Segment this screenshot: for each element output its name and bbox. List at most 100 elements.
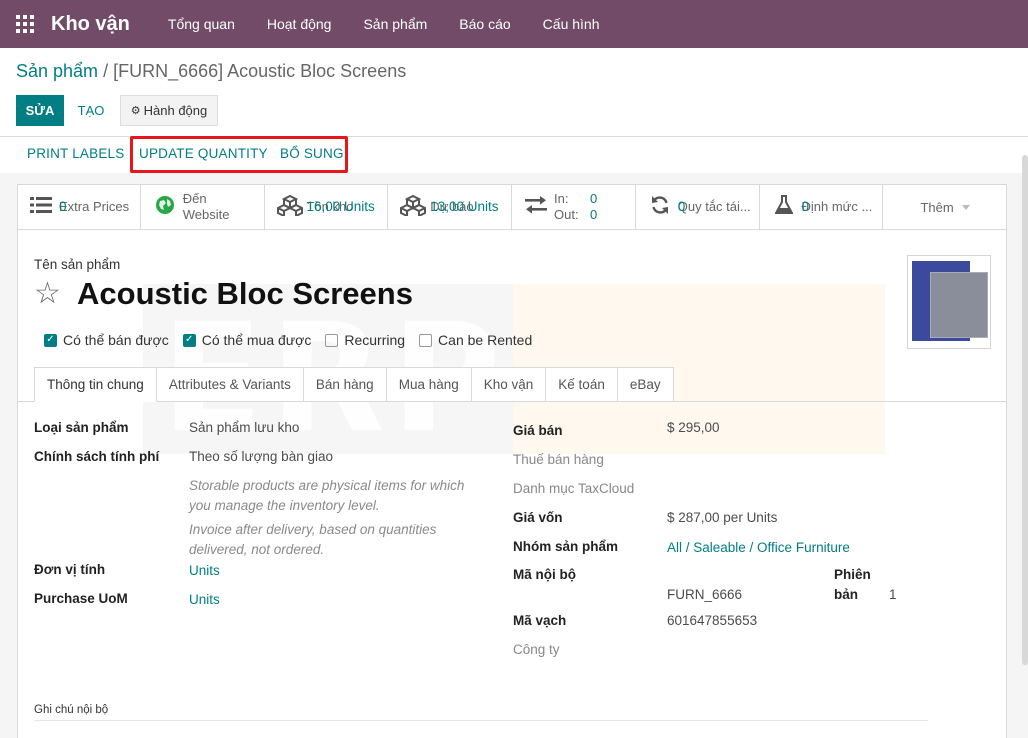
tab-sales[interactable]: Bán hàng [303,367,387,402]
vertical-scrollbar[interactable] [1022,155,1028,665]
breadcrumb-separator: / [98,61,114,81]
company-label: Công ty [513,642,560,657]
smart-button-bom[interactable]: 0 Định mức ... [760,184,884,230]
nav-item-products[interactable]: Sản phẩm [347,0,443,48]
tab-general-info[interactable]: Thông tin chung [34,367,157,402]
smart-button-value: 0 [677,199,686,214]
uom-value[interactable]: Units [189,563,220,578]
internal-reference-label: Mã nội bộ [513,567,576,582]
smart-button-in-out[interactable]: In: 0 Out: 0 [512,184,636,230]
smart-button-website[interactable]: Đến Website [141,184,265,230]
checkbox-recurring[interactable]: Recurring [325,332,405,348]
product-name[interactable]: Acoustic Bloc Screens [77,275,413,313]
barcode-value[interactable]: 601647855653 [667,613,757,628]
smart-button-label: Website [182,207,230,222]
smart-button-forecast[interactable]: 13,00 Units Dự báo [388,184,512,230]
version-value[interactable]: 1 [889,587,897,602]
print-labels-button[interactable]: PRINT LABELS [27,146,124,162]
globe-icon [153,195,177,219]
checkbox-label: Can be Rented [438,332,533,348]
favorite-star-icon[interactable]: ☆ [34,277,61,311]
product-options-checkboxes: ✓ Có thể bán được ✓ Có thể mua được Recurr… [44,332,532,348]
breadcrumb: Sản phẩm / [FURN_6666] Acoustic Bloc Scr… [16,61,406,82]
checkbox-can-be-purchased[interactable]: ✓ Có thể mua được [182,332,312,348]
checkbox-can-be-sold[interactable]: ✓ Có thể bán được [44,332,169,348]
exchange-icon [524,196,548,218]
nav-item-configuration[interactable]: Cấu hình [527,0,616,48]
tab-ebay[interactable]: eBay [617,367,674,402]
product-image[interactable] [907,255,991,349]
smart-button-value: 16,00 Units [306,199,375,214]
tab-purchase[interactable]: Mua hàng [386,367,472,402]
edit-button[interactable]: SỬA [16,95,64,126]
apps-grid-icon[interactable] [16,15,34,33]
highlight-annotation-box [130,136,348,173]
checkbox-checked-icon: ✓ [182,333,196,347]
purchase-uom-value[interactable]: Units [189,592,220,607]
checkbox-label: Có thể bán được [63,332,169,348]
checkbox-can-be-rented[interactable]: Can be Rented [419,332,532,348]
product-type-value[interactable]: Sản phẩm lưu kho [189,420,299,435]
taxcloud-category-label: Danh mục TaxCloud [513,481,635,496]
barcode-label: Mã vạch [513,613,567,628]
sale-price-value[interactable]: $ 295,00 [667,420,720,435]
outgoing-value: 0 [590,207,598,222]
app-brand[interactable]: Kho vận [51,13,130,36]
smart-button-extra-prices[interactable]: 0 Extra Prices [17,184,141,230]
list-icon [29,196,53,218]
smart-buttons-row: 0 Extra Prices Đến Website 16,00 Units Tồn … [17,184,1007,230]
product-category-label: Nhóm sản phẩm [513,539,619,554]
invoice-help-text: Invoice after delivery, based on quantit… [189,522,437,557]
caret-down-icon [961,204,970,210]
cost-value[interactable]: $ 287,00 per Units [667,510,777,525]
action-menu-label: Hành động [143,103,208,118]
more-smart-buttons-dropdown[interactable]: Thêm [883,184,1007,230]
nav-item-operations[interactable]: Hoạt động [251,0,348,48]
nav-item-reports[interactable]: Báo cáo [443,0,526,48]
checkbox-checked-icon: ✓ [44,333,57,347]
flask-icon [772,195,796,219]
form-sheet [17,184,1007,738]
cost-label: Giá vốn [513,510,563,525]
smart-button-reordering-rules[interactable]: 0 Quy tắc tái... [636,184,760,230]
product-category-value[interactable]: All / Saleable / Office Furniture [667,540,850,555]
smart-button-label: Định mức ... [801,199,873,214]
refresh-icon [648,195,672,219]
more-label: Thêm [920,199,954,215]
breadcrumb-current: [FURN_6666] Acoustic Bloc Screens [113,61,407,81]
gear-icon: ⚙ [130,105,141,117]
nav-item-overview[interactable]: Tổng quan [152,0,251,48]
checkbox-unchecked-icon [419,333,433,347]
smart-button-value: 0 [59,199,67,214]
version-label-line2: bản [834,587,859,602]
invoice-policy-value[interactable]: Theo số lượng bàn giao [189,449,333,464]
checkbox-label: Có thể mua được [201,332,312,348]
smart-button-label: Extra Prices [59,199,130,214]
smart-button-value: 13,00 Units [430,199,499,214]
smart-button-value: Đến [182,191,207,206]
smart-button-value: 0 [801,199,810,214]
tab-inventory[interactable]: Kho vận [471,367,547,402]
outgoing-label: Out: [554,207,579,222]
top-navbar: Kho vận Tổng quan Hoạt động Sản phẩm Báo… [0,0,1028,48]
version-label-line1: Phiên [834,567,871,582]
product-name-caption: Tên sản phẩm [34,257,121,272]
cubes-icon [399,194,428,220]
create-button[interactable]: TẠO [70,95,112,126]
internal-reference-value[interactable]: FURN_6666 [667,587,742,602]
tab-accounting[interactable]: Kế toán [546,367,618,402]
sale-tax-label: Thuế bán hàng [513,452,604,467]
breadcrumb-parent[interactable]: Sản phẩm [16,61,98,81]
uom-label: Đơn vị tính [34,562,106,577]
sale-price-label: Giá bán [513,423,563,438]
internal-notes-label: Ghi chú nội bộ [34,704,109,716]
tab-attributes-variants[interactable]: Attributes & Variants [156,367,304,402]
smart-button-on-hand[interactable]: 16,00 Units Tồn kho [265,184,389,230]
product-type-label: Loại sản phẩm [34,420,129,435]
internal-notes-field[interactable] [34,720,928,721]
smart-button-label: Quy tắc tái... [677,199,751,214]
notebook-tabs: Thông tin chung Attributes & Variants Bá… [34,367,674,402]
checkbox-unchecked-icon [325,333,339,347]
storable-help-text: Storable products are physical items for… [189,478,465,513]
action-menu-button[interactable]: ⚙ Hành động [120,95,218,126]
